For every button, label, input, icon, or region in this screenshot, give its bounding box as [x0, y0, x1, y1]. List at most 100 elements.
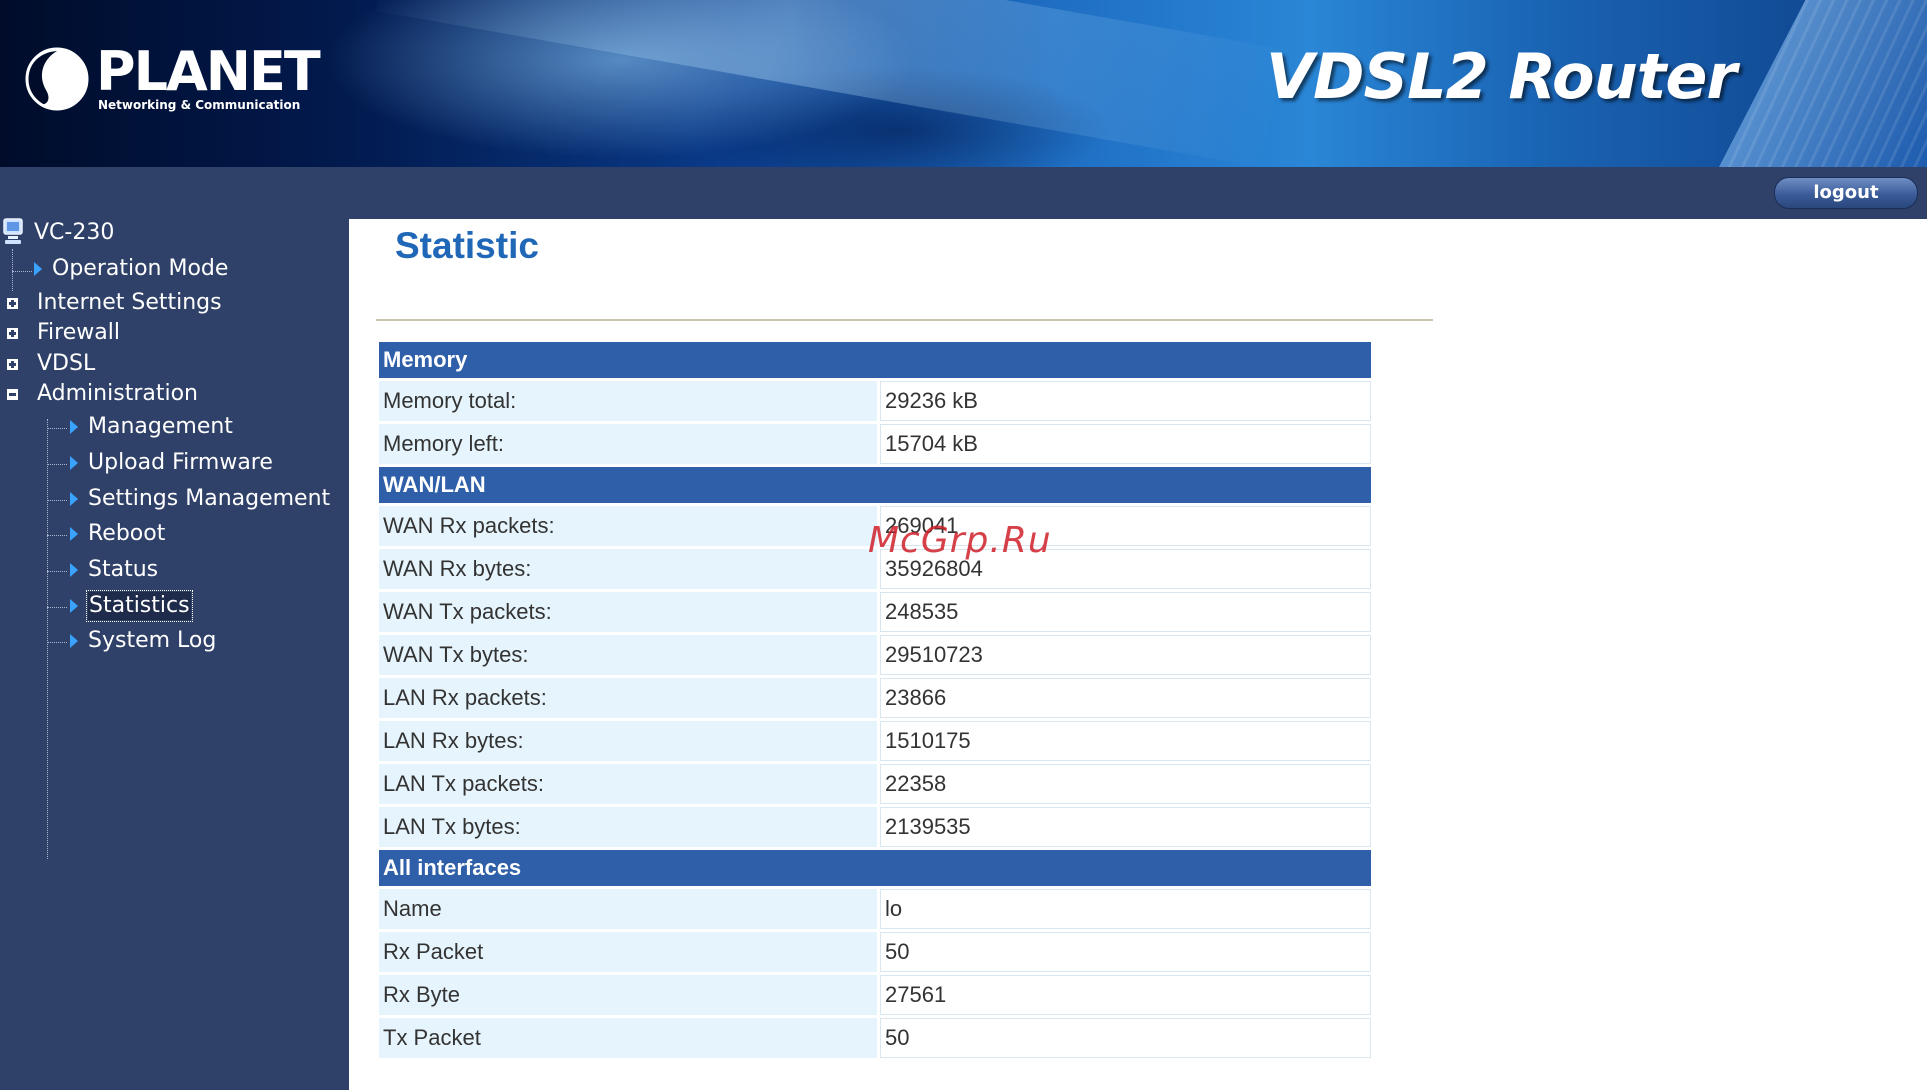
watermark-text: McGrp.Ru — [868, 520, 1052, 561]
section-header-row: Memory — [379, 342, 1371, 378]
sidebar-item-operation-mode[interactable]: Operation Mode — [34, 255, 228, 283]
row-label: Memory left: — [379, 424, 877, 464]
product-title: VDSL2 Router — [1266, 40, 1737, 113]
brand-logo: PLANET Networking & Communication — [24, 40, 321, 112]
sidebar-item-statistics[interactable]: Statistics — [70, 590, 193, 622]
row-label: WAN Rx packets: — [379, 506, 877, 546]
tree-arrow-icon — [70, 634, 78, 648]
tree-line — [47, 419, 48, 859]
row-value: 50 — [880, 932, 1371, 972]
logout-button[interactable]: logout — [1774, 177, 1918, 209]
row-label: WAN Rx bytes: — [379, 549, 877, 589]
section-header-all-interfaces: All interfaces — [379, 850, 1371, 886]
tree-line — [47, 642, 67, 643]
sidebar-nav: VC-230 Operation Mode Internet Settings … — [0, 218, 349, 1090]
row-value: 2139535 — [880, 807, 1371, 847]
expand-plus-icon[interactable] — [7, 359, 18, 370]
sidebar-item-label: VDSL — [37, 351, 96, 376]
row-value: 27561 — [880, 975, 1371, 1015]
sidebar-item-upload-firmware[interactable]: Upload Firmware — [70, 449, 273, 477]
row-value: 23866 — [880, 678, 1371, 718]
tree-line — [47, 428, 67, 429]
sidebar-item-internet-settings[interactable]: Internet Settings — [0, 289, 222, 317]
collapse-minus-icon[interactable] — [7, 389, 18, 400]
row-label: WAN Tx bytes: — [379, 635, 877, 675]
tree-arrow-icon — [70, 599, 78, 613]
sidebar-item-system-log[interactable]: System Log — [70, 627, 216, 655]
brand-name: PLANET — [96, 40, 321, 103]
table-row: Rx Byte 27561 — [379, 975, 1371, 1015]
row-label: LAN Tx bytes: — [379, 807, 877, 847]
section-header-wan-lan: WAN/LAN — [379, 467, 1371, 503]
tree-root-label: VC-230 — [34, 220, 115, 245]
tree-arrow-icon — [70, 492, 78, 506]
tree-arrow-icon — [70, 527, 78, 541]
sidebar-item-status[interactable]: Status — [70, 556, 158, 584]
banner-light-streak — [376, 0, 1284, 167]
row-label: WAN Tx packets: — [379, 592, 877, 632]
page-title: Statistic — [395, 225, 539, 266]
table-row: LAN Rx bytes: 1510175 — [379, 721, 1371, 761]
main-content: Statistic Memory Memory total: 29236 kB … — [349, 219, 1927, 1090]
table-row: Memory left: 15704 kB — [379, 424, 1371, 464]
sidebar-item-reboot[interactable]: Reboot — [70, 520, 165, 548]
table-row: WAN Tx packets: 248535 — [379, 592, 1371, 632]
section-header-memory: Memory — [379, 342, 1371, 378]
sidebar-item-management[interactable]: Management — [70, 413, 233, 441]
tree-line — [47, 607, 67, 608]
tree-root-vc230[interactable]: VC-230 — [0, 218, 115, 247]
row-label: Memory total: — [379, 381, 877, 421]
brand-tagline: Networking & Communication — [98, 98, 301, 112]
row-value: 29510723 — [880, 635, 1371, 675]
statistics-table: Memory Memory total: 29236 kB Memory lef… — [376, 339, 1374, 1061]
row-label: Tx Packet — [379, 1018, 877, 1058]
row-label: Name — [379, 889, 877, 929]
sidebar-item-vdsl[interactable]: VDSL — [0, 350, 95, 378]
header-banner: PLANET Networking & Communication VDSL2 … — [0, 0, 1927, 167]
planet-globe-icon — [25, 47, 89, 111]
expand-plus-icon[interactable] — [7, 298, 18, 309]
row-label: LAN Rx packets: — [379, 678, 877, 718]
row-value: 1510175 — [880, 721, 1371, 761]
sidebar-item-firewall[interactable]: Firewall — [0, 319, 120, 347]
table-row: LAN Rx packets: 23866 — [379, 678, 1371, 718]
sidebar-item-label: Upload Firmware — [88, 450, 273, 475]
sidebar-item-label: Status — [88, 557, 159, 582]
sidebar-item-label: Reboot — [88, 521, 166, 546]
sidebar-item-label: Operation Mode — [52, 256, 229, 281]
tree-line — [12, 271, 32, 272]
sidebar-item-label: Internet Settings — [37, 290, 222, 315]
row-value: 50 — [880, 1018, 1371, 1058]
tree-arrow-icon — [70, 456, 78, 470]
section-header-row: All interfaces — [379, 850, 1371, 886]
tree-line — [47, 500, 67, 501]
table-row: WAN Tx bytes: 29510723 — [379, 635, 1371, 675]
sidebar-item-settings-management[interactable]: Settings Management — [70, 485, 330, 513]
row-value: 29236 kB — [880, 381, 1371, 421]
table-row: Name lo — [379, 889, 1371, 929]
computer-icon — [3, 218, 23, 244]
row-label: Rx Byte — [379, 975, 877, 1015]
tree-line — [47, 535, 67, 536]
section-header-row: WAN/LAN — [379, 467, 1371, 503]
row-label: LAN Tx packets: — [379, 764, 877, 804]
sidebar-item-label: Settings Management — [88, 486, 331, 511]
tree-line — [12, 249, 13, 291]
row-label: Rx Packet — [379, 932, 877, 972]
table-row: LAN Tx packets: 22358 — [379, 764, 1371, 804]
sidebar-item-administration[interactable]: Administration — [0, 380, 198, 408]
tree-arrow-icon — [34, 262, 42, 276]
title-divider — [376, 319, 1433, 321]
table-row: Memory total: 29236 kB — [379, 381, 1371, 421]
tree-line — [47, 464, 67, 465]
sidebar-item-label: Administration — [37, 381, 198, 406]
table-row: LAN Tx bytes: 2139535 — [379, 807, 1371, 847]
table-row: Tx Packet 50 — [379, 1018, 1371, 1058]
tree-arrow-icon — [70, 420, 78, 434]
expand-plus-icon[interactable] — [7, 328, 18, 339]
row-value: 22358 — [880, 764, 1371, 804]
tree-arrow-icon — [70, 563, 78, 577]
sidebar-item-label: Firewall — [37, 320, 120, 345]
sidebar-item-label: Management — [88, 414, 233, 439]
row-value: 248535 — [880, 592, 1371, 632]
